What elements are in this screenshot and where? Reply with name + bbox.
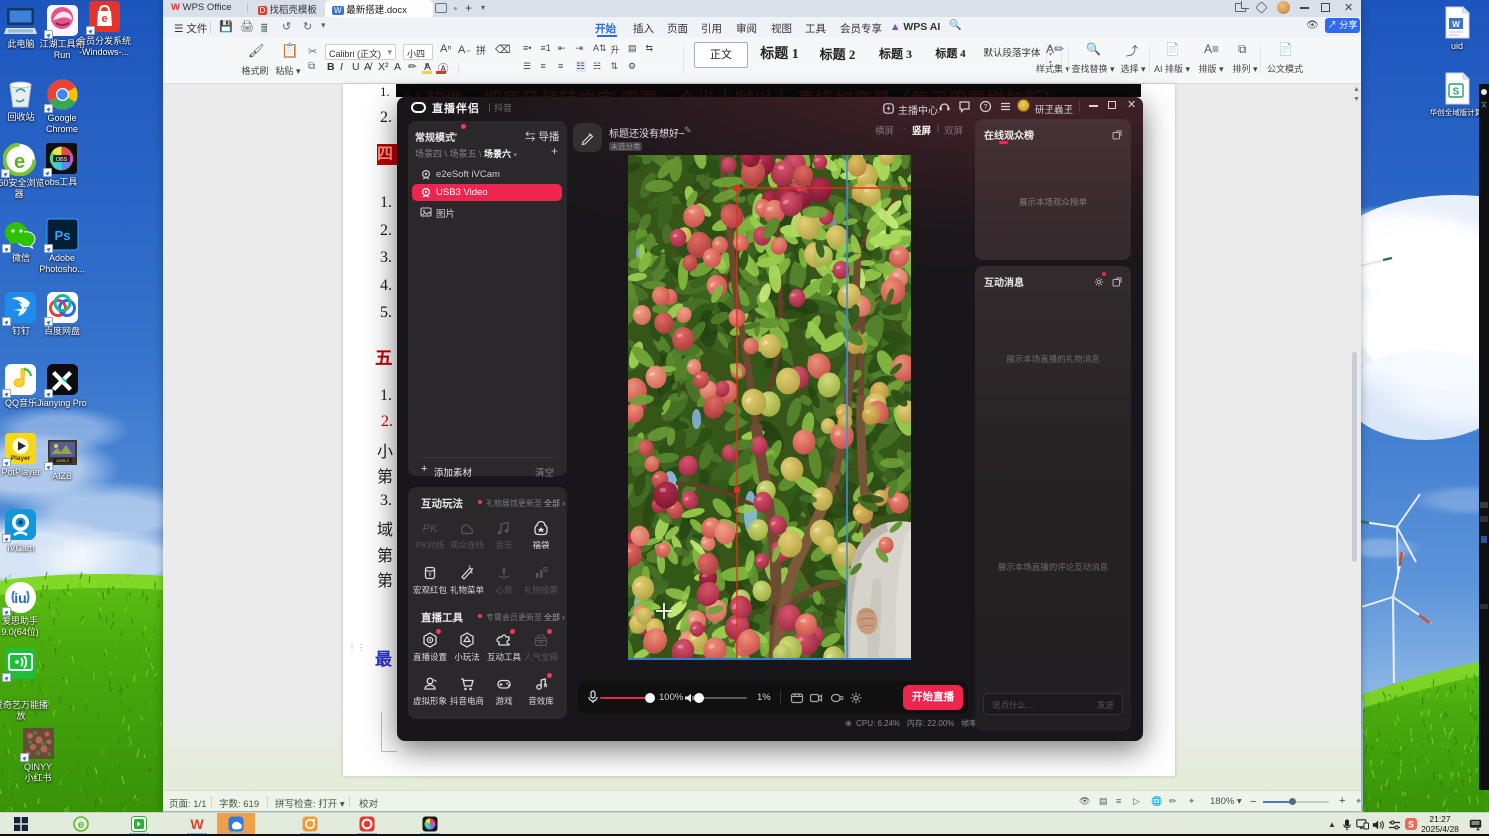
svg-text:OBS: OBS	[56, 157, 68, 163]
svg-text:e: e	[101, 13, 107, 25]
svg-text:¥: ¥	[429, 573, 432, 579]
svg-text:W: W	[1452, 20, 1460, 29]
svg-text:e: e	[78, 819, 84, 831]
svg-text:W: W	[190, 816, 204, 832]
svg-text:iu: iu	[14, 590, 26, 606]
svg-text:AIZB-3: AIZB-3	[56, 458, 69, 463]
svg-text:S: S	[1408, 820, 1414, 830]
svg-text:?: ?	[984, 104, 988, 111]
svg-text:Ps: Ps	[55, 228, 71, 243]
svg-text:Player: Player	[11, 455, 31, 462]
svg-text:e: e	[14, 151, 25, 173]
svg-text:S: S	[1453, 87, 1460, 98]
svg-text:PK: PK	[423, 523, 438, 535]
